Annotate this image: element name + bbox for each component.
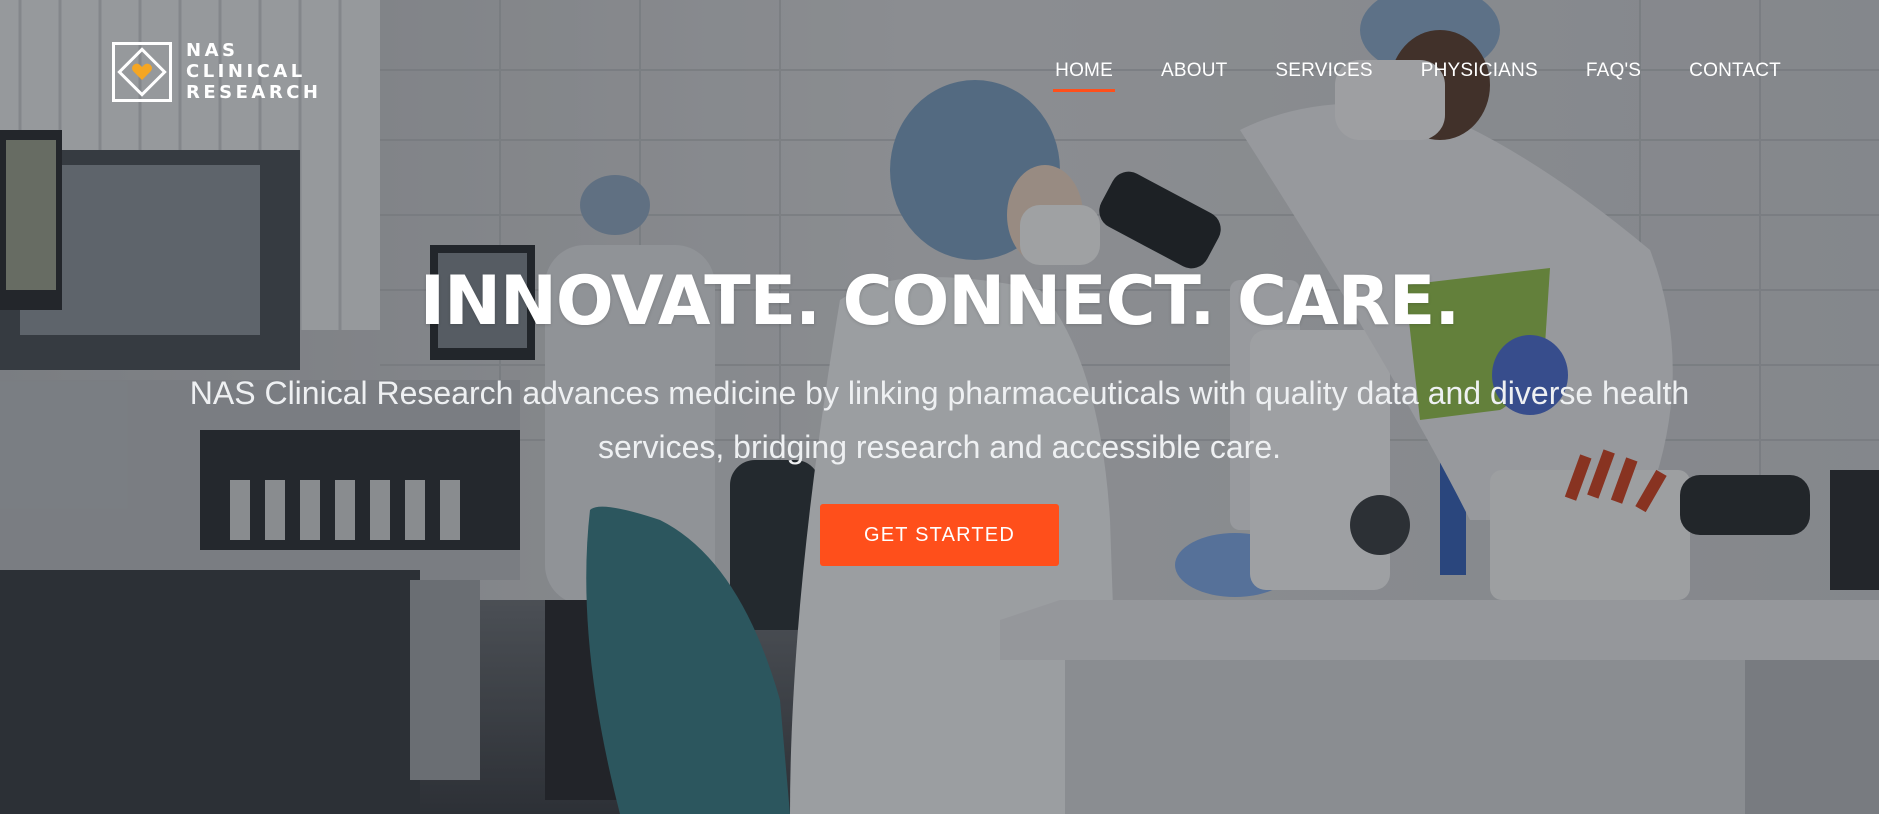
logo-text-line-1: NAS — [186, 40, 239, 61]
hero-section: NAS CLINICAL RESEARCH HOME ABOUT SERVICE… — [0, 0, 1879, 814]
get-started-button[interactable]: GET STARTED — [820, 504, 1059, 566]
nav-item-about[interactable]: ABOUT — [1161, 58, 1227, 92]
site-logo[interactable]: NAS CLINICAL RESEARCH — [112, 40, 321, 103]
site-header: NAS CLINICAL RESEARCH HOME ABOUT SERVICE… — [0, 0, 1879, 140]
logo-text-line-2: CLINICAL — [186, 61, 306, 82]
nav-item-faqs[interactable]: FAQ'S — [1586, 58, 1641, 92]
nav-item-services[interactable]: SERVICES — [1275, 58, 1372, 92]
main-navigation: HOME ABOUT SERVICES PHYSICIANS FAQ'S CON… — [1007, 58, 1781, 92]
diamond-heart-logo-icon — [112, 41, 172, 102]
hero-content: INNOVATE. CONNECT. CARE. NAS Clinical Re… — [0, 262, 1879, 566]
nav-item-home[interactable]: HOME — [1053, 58, 1115, 92]
logo-text-line-3: RESEARCH — [186, 82, 322, 103]
hero-headline: INNOVATE. CONNECT. CARE. — [419, 262, 1460, 341]
hero-subtext: NAS Clinical Research advances medicine … — [189, 375, 1690, 465]
nav-item-contact[interactable]: CONTACT — [1689, 58, 1781, 92]
nav-item-physicians[interactable]: PHYSICIANS — [1421, 58, 1538, 92]
logo-wordmark: NAS CLINICAL RESEARCH — [186, 40, 321, 103]
